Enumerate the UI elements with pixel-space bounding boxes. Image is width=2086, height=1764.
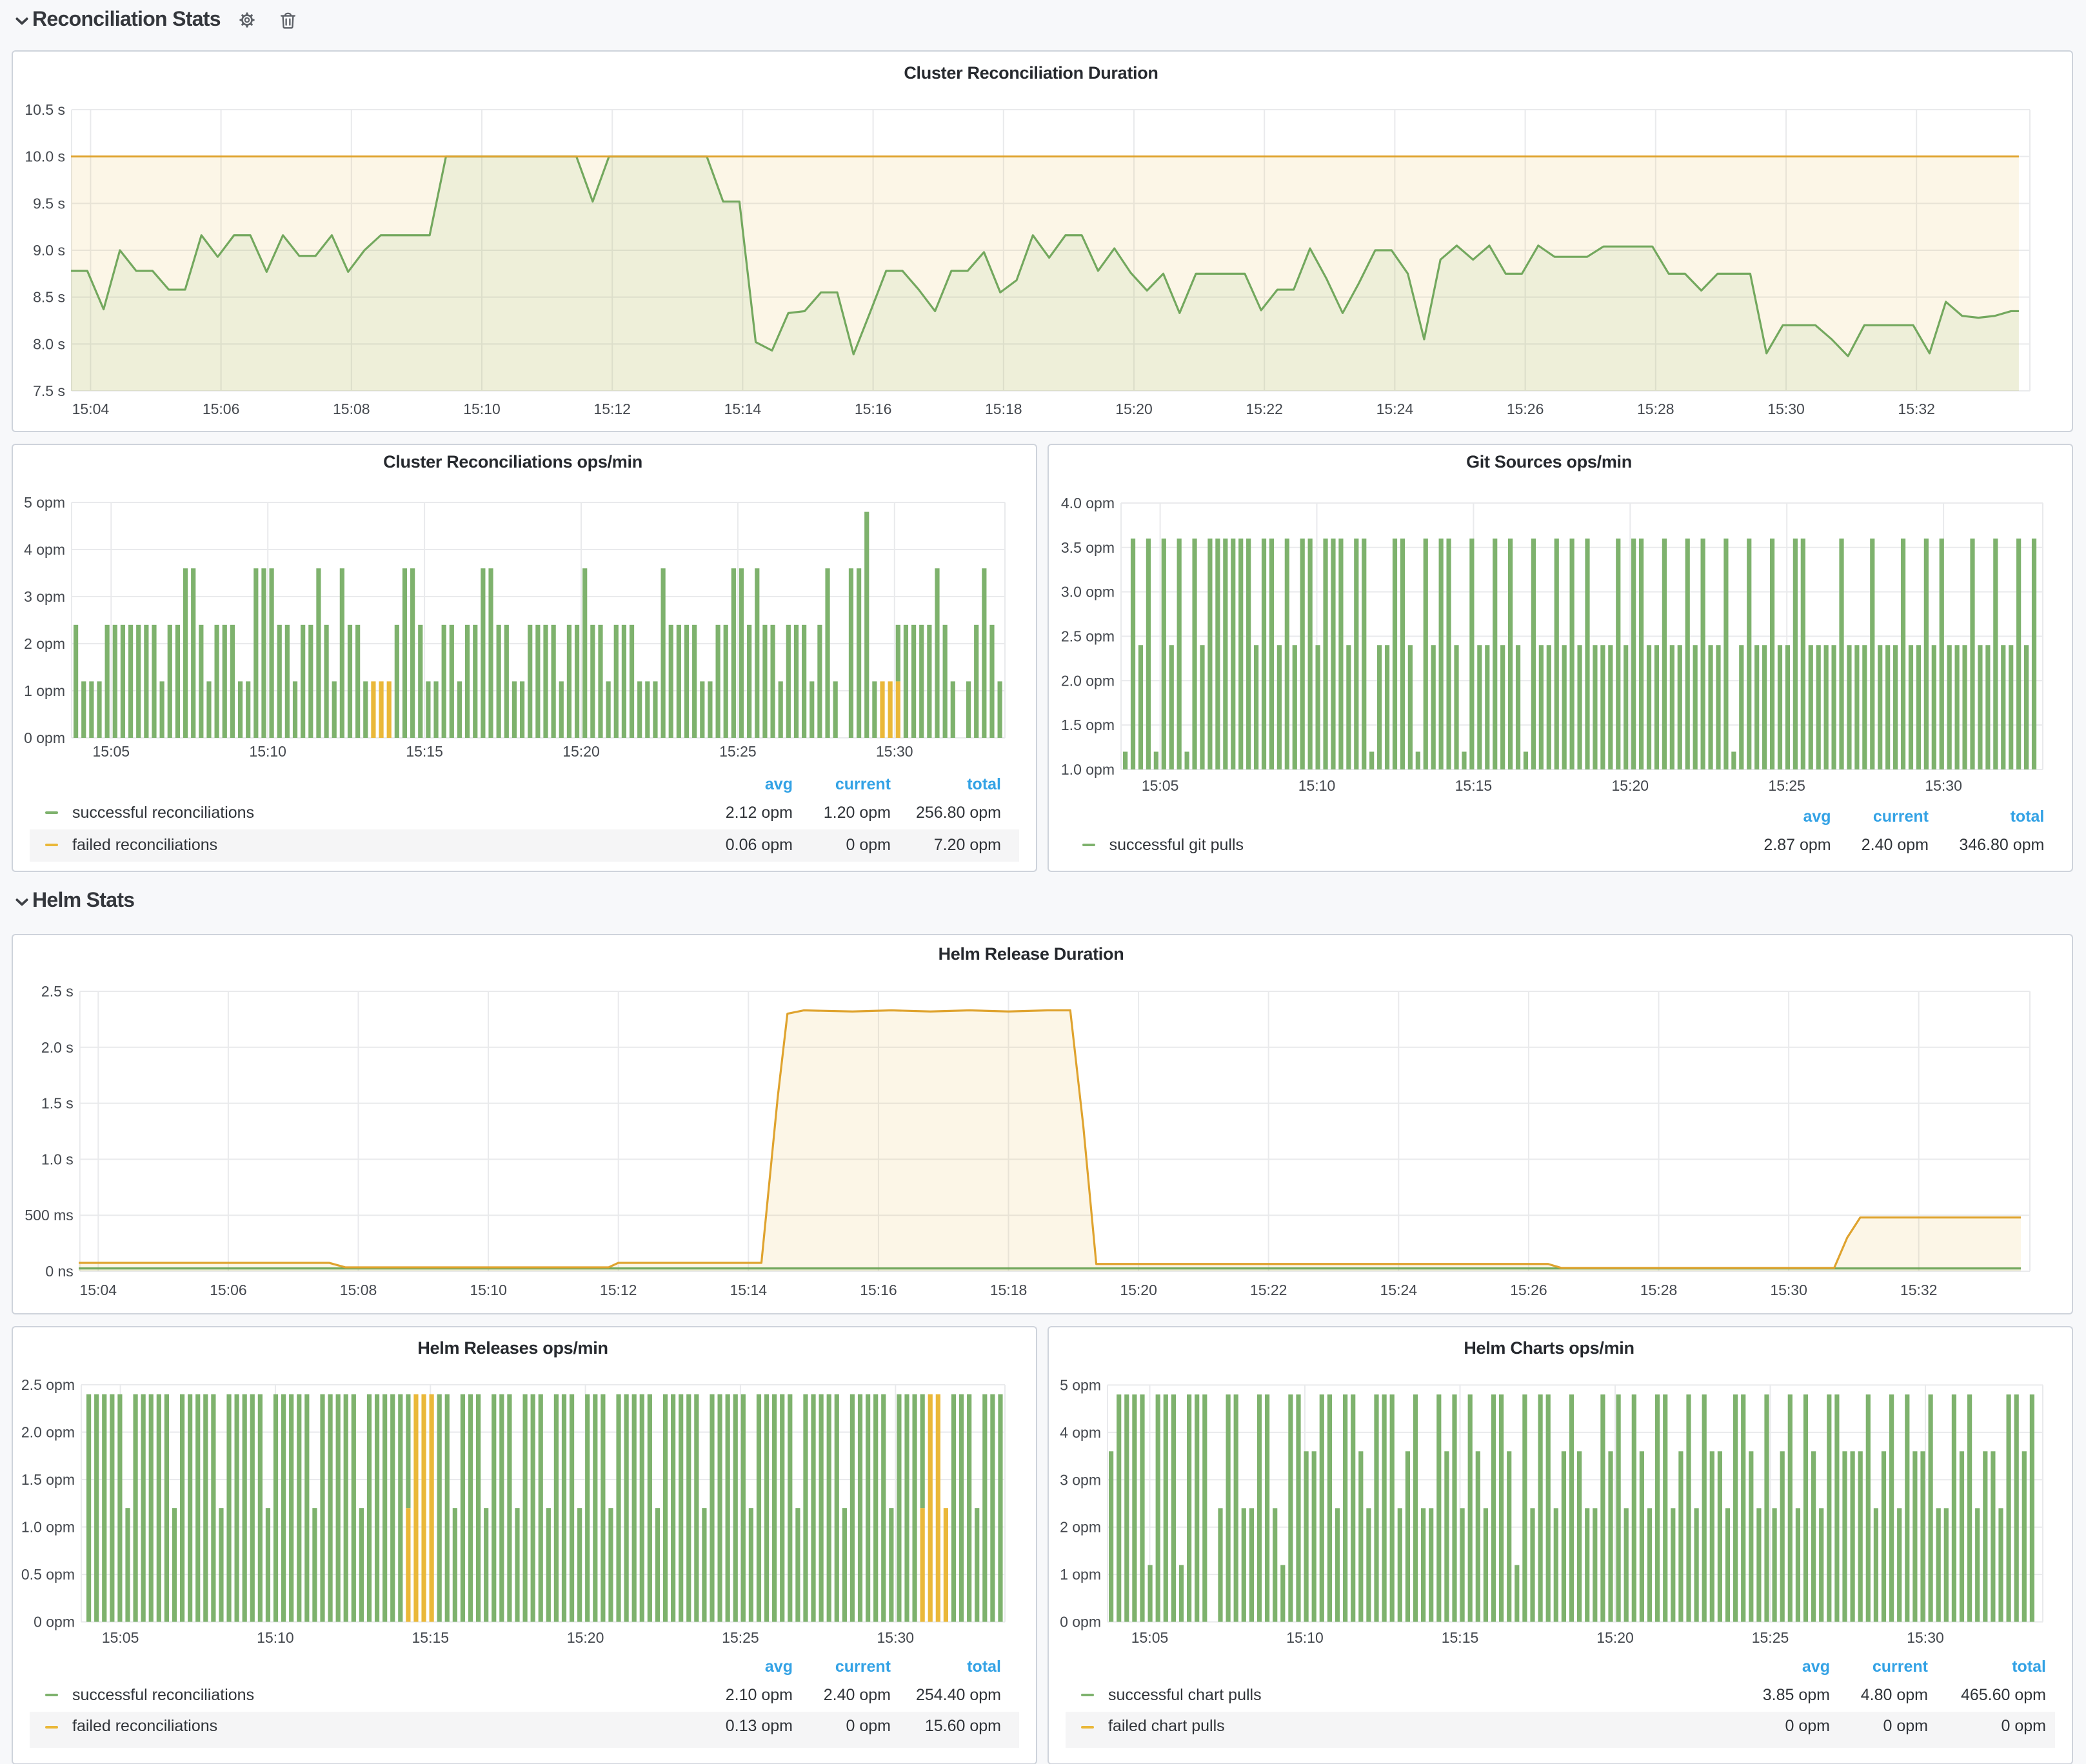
svg-text:2.5 opm: 2.5 opm xyxy=(1060,628,1114,644)
svg-text:15:04: 15:04 xyxy=(79,1282,117,1298)
svg-text:1 opm: 1 opm xyxy=(23,682,65,699)
svg-text:15:16: 15:16 xyxy=(859,1282,897,1298)
svg-text:Helm Release Duration: Helm Release Duration xyxy=(938,944,1124,964)
svg-text:1.0 s: 1.0 s xyxy=(41,1151,73,1167)
svg-text:15:15: 15:15 xyxy=(1455,777,1492,794)
svg-text:15:05: 15:05 xyxy=(1131,1629,1168,1645)
svg-text:2 opm: 2 opm xyxy=(1059,1518,1100,1535)
svg-text:Helm Charts ops/min: Helm Charts ops/min xyxy=(1463,1338,1633,1357)
svg-text:0.5 opm: 0.5 opm xyxy=(21,1565,74,1582)
svg-text:15:30: 15:30 xyxy=(1924,777,1962,794)
svg-text:4.0 opm: 4.0 opm xyxy=(1060,495,1114,511)
svg-text:2.0 opm: 2.0 opm xyxy=(21,1423,74,1440)
svg-text:15:30: 15:30 xyxy=(1769,1282,1807,1298)
svg-text:9.5 s: 9.5 s xyxy=(32,195,65,212)
svg-text:15:04: 15:04 xyxy=(72,401,109,417)
svg-text:15:24: 15:24 xyxy=(1376,401,1413,417)
svg-text:3 opm: 3 opm xyxy=(23,588,65,605)
svg-text:0 opm: 0 opm xyxy=(33,1613,74,1630)
svg-text:1.0 opm: 1.0 opm xyxy=(21,1518,74,1535)
svg-text:15:16: 15:16 xyxy=(854,401,891,417)
svg-text:Git Sources ops/min: Git Sources ops/min xyxy=(1465,452,1631,471)
svg-text:5 opm: 5 opm xyxy=(1059,1376,1100,1392)
svg-text:Cluster Reconciliation Duratio: Cluster Reconciliation Duration xyxy=(903,63,1157,83)
svg-text:4 opm: 4 opm xyxy=(23,541,65,558)
svg-text:15:20: 15:20 xyxy=(1119,1282,1157,1298)
svg-text:15:20: 15:20 xyxy=(1611,777,1649,794)
svg-text:7.5 s: 7.5 s xyxy=(32,382,65,399)
svg-text:15:08: 15:08 xyxy=(332,401,370,417)
svg-text:15:24: 15:24 xyxy=(1380,1282,1417,1298)
svg-text:15:10: 15:10 xyxy=(1298,777,1335,794)
svg-text:15:08: 15:08 xyxy=(339,1282,377,1298)
svg-text:15:14: 15:14 xyxy=(724,401,761,417)
svg-text:15:05: 15:05 xyxy=(92,743,130,760)
svg-text:15:10: 15:10 xyxy=(1286,1629,1323,1645)
svg-text:15:10: 15:10 xyxy=(256,1629,293,1645)
svg-text:2.0 s: 2.0 s xyxy=(41,1039,73,1056)
svg-text:15:05: 15:05 xyxy=(101,1629,139,1645)
svg-text:15:12: 15:12 xyxy=(599,1282,637,1298)
svg-text:15:25: 15:25 xyxy=(1767,777,1805,794)
svg-text:1 opm: 1 opm xyxy=(1059,1565,1100,1582)
svg-text:15:20: 15:20 xyxy=(562,743,599,760)
svg-text:0 ns: 0 ns xyxy=(45,1263,72,1280)
svg-text:15:06: 15:06 xyxy=(209,1282,246,1298)
svg-text:15:15: 15:15 xyxy=(405,743,442,760)
svg-text:15:30: 15:30 xyxy=(875,743,913,760)
svg-text:15:22: 15:22 xyxy=(1245,401,1282,417)
svg-text:15:18: 15:18 xyxy=(984,401,1022,417)
svg-text:15:20: 15:20 xyxy=(1596,1629,1633,1645)
svg-text:Helm Releases ops/min: Helm Releases ops/min xyxy=(417,1338,607,1357)
svg-text:1.0 opm: 1.0 opm xyxy=(1060,761,1114,778)
svg-text:15:15: 15:15 xyxy=(1441,1629,1478,1645)
svg-text:8.5 s: 8.5 s xyxy=(32,289,65,306)
svg-text:2 opm: 2 opm xyxy=(23,635,65,652)
svg-text:9.0 s: 9.0 s xyxy=(32,242,65,259)
svg-text:15:20: 15:20 xyxy=(1115,401,1152,417)
svg-text:500 ms: 500 ms xyxy=(24,1207,72,1224)
svg-text:15:26: 15:26 xyxy=(1509,1282,1547,1298)
svg-text:10.5 s: 10.5 s xyxy=(24,101,65,118)
svg-text:15:30: 15:30 xyxy=(1767,401,1804,417)
svg-text:3.5 opm: 3.5 opm xyxy=(1060,539,1114,556)
svg-text:15:32: 15:32 xyxy=(1900,1282,1937,1298)
svg-text:15:15: 15:15 xyxy=(411,1629,448,1645)
svg-text:15:22: 15:22 xyxy=(1249,1282,1287,1298)
svg-text:15:06: 15:06 xyxy=(202,401,239,417)
svg-text:15:28: 15:28 xyxy=(1640,1282,1677,1298)
svg-text:2.5 s: 2.5 s xyxy=(41,983,73,1000)
svg-text:15:14: 15:14 xyxy=(730,1282,767,1298)
svg-text:15:26: 15:26 xyxy=(1506,401,1544,417)
svg-text:3.0 opm: 3.0 opm xyxy=(1060,584,1114,600)
svg-text:8.0 s: 8.0 s xyxy=(32,335,65,352)
svg-text:2.0 opm: 2.0 opm xyxy=(1060,672,1114,689)
svg-text:15:05: 15:05 xyxy=(1141,777,1178,794)
svg-text:4 opm: 4 opm xyxy=(1059,1423,1100,1440)
svg-text:15:10: 15:10 xyxy=(462,401,500,417)
svg-text:15:25: 15:25 xyxy=(721,1629,759,1645)
svg-text:15:25: 15:25 xyxy=(1751,1629,1789,1645)
svg-text:15:18: 15:18 xyxy=(989,1282,1027,1298)
svg-text:1.5 opm: 1.5 opm xyxy=(21,1471,74,1487)
svg-text:15:20: 15:20 xyxy=(566,1629,604,1645)
svg-text:0 opm: 0 opm xyxy=(1059,1613,1100,1630)
svg-text:15:12: 15:12 xyxy=(593,401,630,417)
svg-text:15:28: 15:28 xyxy=(1636,401,1674,417)
svg-text:1.5 opm: 1.5 opm xyxy=(1060,717,1114,733)
svg-text:15:30: 15:30 xyxy=(1906,1629,1943,1645)
svg-text:15:32: 15:32 xyxy=(1897,401,1934,417)
svg-text:15:10: 15:10 xyxy=(248,743,286,760)
svg-text:3 opm: 3 opm xyxy=(1059,1471,1100,1487)
svg-text:2.5 opm: 2.5 opm xyxy=(21,1376,74,1392)
svg-text:15:10: 15:10 xyxy=(469,1282,506,1298)
svg-text:5 opm: 5 opm xyxy=(23,494,65,511)
svg-text:1.5 s: 1.5 s xyxy=(41,1095,73,1112)
svg-text:15:30: 15:30 xyxy=(877,1629,914,1645)
svg-text:Cluster Reconciliations ops/mi: Cluster Reconciliations ops/min xyxy=(382,452,642,471)
svg-text:0 opm: 0 opm xyxy=(23,729,65,746)
svg-text:15:25: 15:25 xyxy=(719,743,756,760)
svg-text:10.0 s: 10.0 s xyxy=(24,148,65,165)
